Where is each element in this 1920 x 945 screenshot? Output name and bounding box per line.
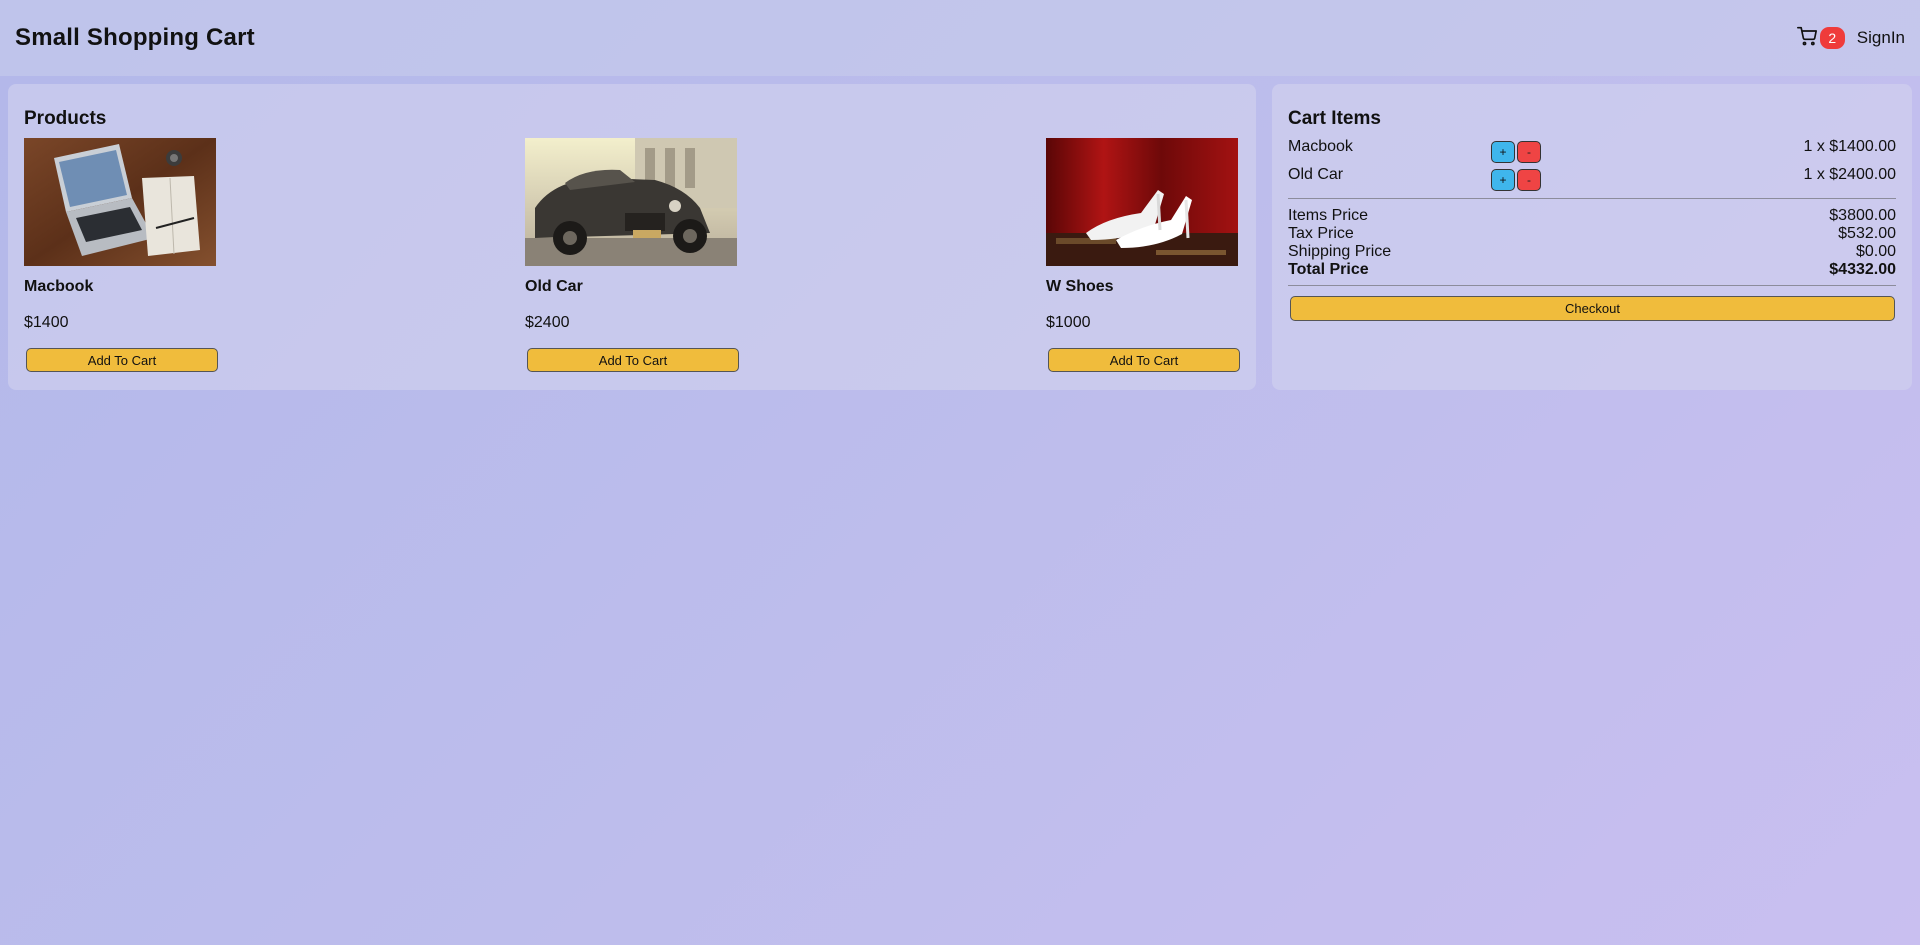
shipping-price-label: Shipping Price [1288, 243, 1392, 260]
product-name: Macbook [24, 278, 94, 295]
checkout-button[interactable]: Checkout [1290, 296, 1895, 321]
shipping-price-value: $0.00 [1855, 243, 1896, 260]
product-name: W Shoes [1046, 278, 1114, 295]
tax-price-value: $532.00 [1838, 225, 1896, 242]
total-price-row: Total Price $4332.00 [1288, 261, 1896, 279]
tax-price-row: Tax Price $532.00 [1288, 225, 1896, 243]
items-price-row: Items Price $3800.00 [1288, 207, 1896, 225]
cart-item-name: Old Car [1288, 166, 1344, 183]
items-price-label: Items Price [1288, 207, 1369, 224]
add-to-cart-button[interactable]: Add To Cart [527, 348, 739, 372]
cart-line-item: Old Car + - 1 x $2400.00 [1288, 166, 1896, 194]
vintage-car-photo[interactable] [525, 138, 737, 266]
add-to-cart-button[interactable]: Add To Cart [26, 348, 218, 372]
items-price-value: $3800.00 [1829, 207, 1896, 224]
total-price-label: Total Price [1288, 261, 1369, 278]
white-heels-photo[interactable] [1046, 138, 1238, 266]
main-content: Products Macbook $1400 Add To Cart Old C… [0, 76, 1920, 398]
shipping-price-row: Shipping Price $0.00 [1288, 243, 1896, 261]
products-panel: Products Macbook $1400 Add To Cart Old C… [8, 84, 1256, 390]
decrease-quantity-button[interactable]: - [1517, 169, 1541, 191]
cart-line-item: Macbook + - 1 x $1400.00 [1288, 138, 1896, 166]
quantity-controls: + - [1491, 141, 1541, 163]
quantity-controls: + - [1491, 169, 1541, 191]
cart-heading: Cart Items [1288, 108, 1381, 129]
product-price: $2400 [525, 314, 570, 331]
product-card-macbook: Macbook $1400 Add To Cart [24, 138, 218, 372]
product-price: $1400 [24, 314, 69, 331]
add-to-cart-button[interactable]: Add To Cart [1048, 348, 1240, 372]
cart-panel: Cart Items Macbook + - 1 x $1400.00 Old … [1272, 84, 1912, 390]
app-header: Small Shopping Cart 2 SignIn [0, 0, 1920, 76]
product-card-w-shoes: W Shoes $1000 Add To Cart [1046, 138, 1240, 372]
cart-count-badge: 2 [1819, 27, 1845, 49]
increase-quantity-button[interactable]: + [1491, 169, 1515, 191]
increase-quantity-button[interactable]: + [1491, 141, 1515, 163]
product-card-old-car: Old Car $2400 Add To Cart [525, 138, 739, 372]
laptop-photo[interactable] [24, 138, 216, 266]
cart-link[interactable]: 2 [1796, 26, 1845, 51]
products-heading: Products [24, 108, 107, 129]
tax-price-label: Tax Price [1288, 225, 1354, 242]
cart-divider [1288, 285, 1896, 286]
product-list: Macbook $1400 Add To Cart Old Car $2400 … [24, 138, 1240, 372]
decrease-quantity-button[interactable]: - [1517, 141, 1541, 163]
cart-item-name: Macbook [1288, 138, 1353, 155]
product-name: Old Car [525, 278, 583, 295]
cart-item-amount: 1 x $2400.00 [1803, 166, 1896, 183]
app-title[interactable]: Small Shopping Cart [15, 24, 255, 52]
signin-link[interactable]: SignIn [1857, 28, 1905, 48]
cart-icon[interactable] [1796, 26, 1817, 51]
total-price-value: $4332.00 [1829, 261, 1896, 278]
cart-item-amount: 1 x $1400.00 [1803, 138, 1896, 155]
product-price: $1000 [1046, 314, 1091, 331]
cart-divider [1288, 198, 1896, 199]
header-actions: 2 SignIn [1796, 26, 1905, 51]
